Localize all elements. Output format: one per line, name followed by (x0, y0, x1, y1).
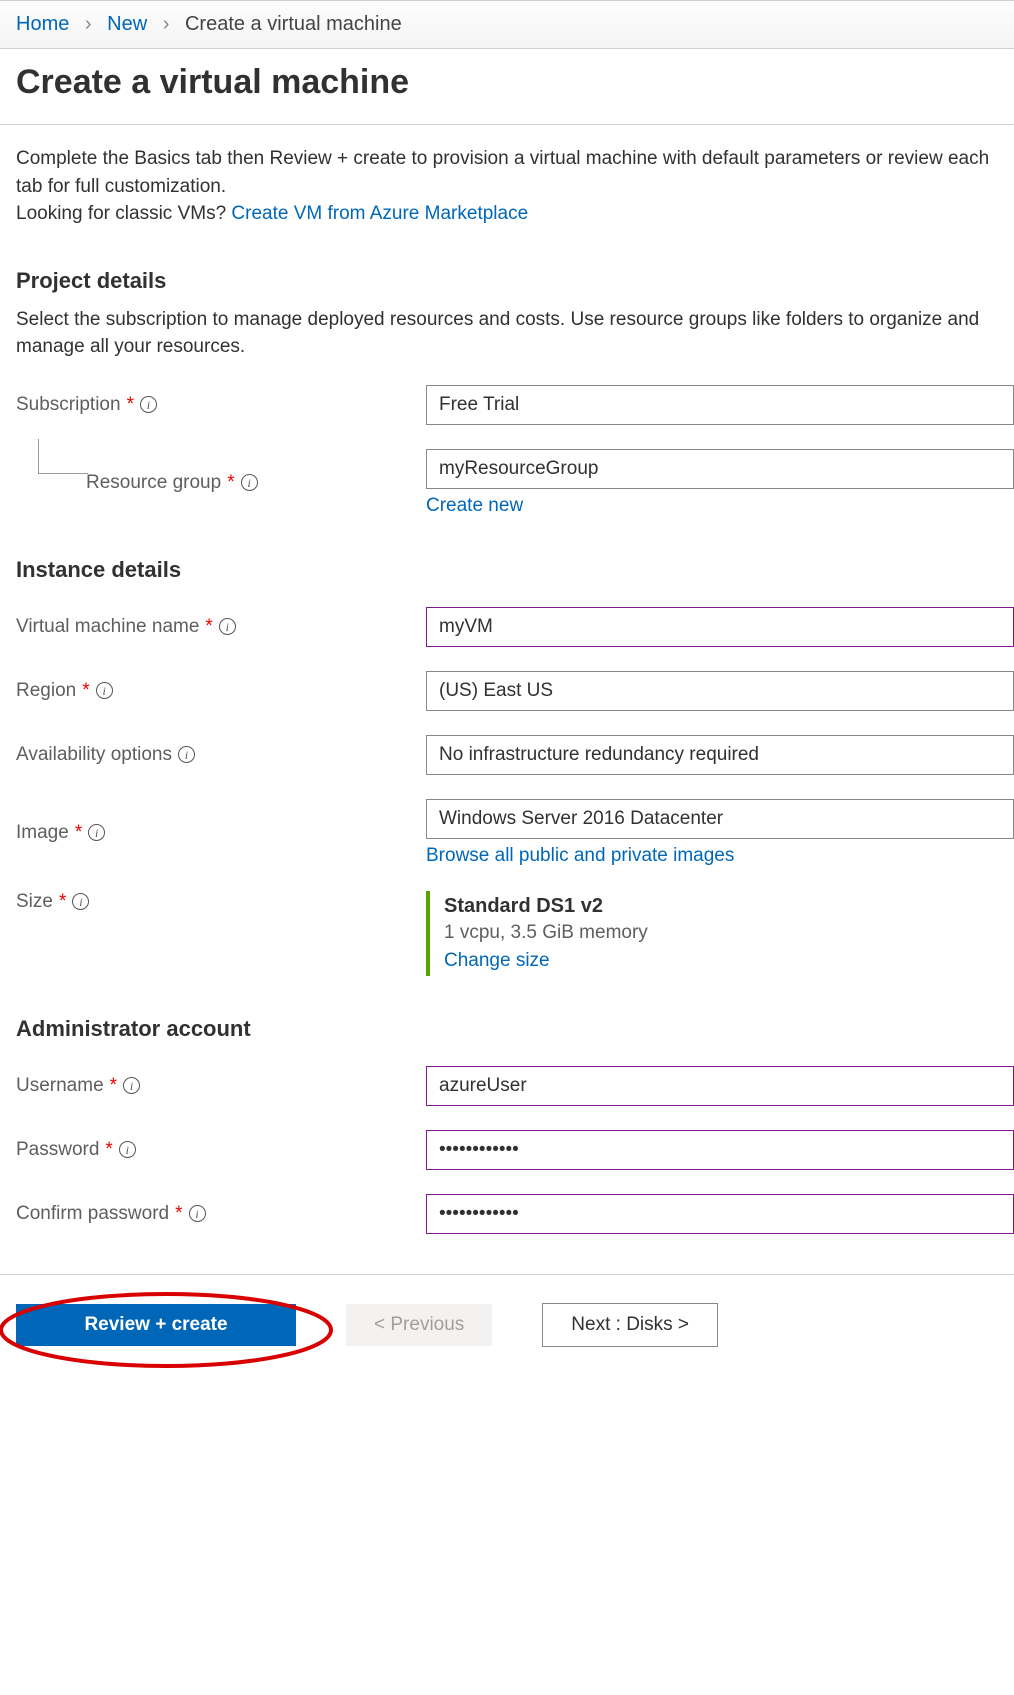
info-icon[interactable]: i (72, 893, 89, 910)
page-title: Create a virtual machine (16, 63, 998, 102)
size-label: Size (16, 891, 53, 913)
required-indicator: * (127, 394, 134, 416)
region-select[interactable]: (US) East US (426, 671, 1014, 711)
required-indicator: * (105, 1139, 112, 1161)
image-select[interactable]: Windows Server 2016 Datacenter (426, 799, 1014, 839)
chevron-right-icon: › (163, 13, 170, 35)
confirm-password-label: Confirm password (16, 1203, 169, 1225)
region-label: Region (16, 680, 76, 702)
required-indicator: * (110, 1075, 117, 1097)
required-indicator: * (82, 680, 89, 702)
required-indicator: * (175, 1203, 182, 1225)
info-icon[interactable]: i (140, 396, 157, 413)
required-indicator: * (59, 891, 66, 913)
info-icon[interactable]: i (241, 474, 258, 491)
image-label: Image (16, 822, 69, 844)
change-size-link[interactable]: Change size (444, 950, 550, 971)
info-icon[interactable]: i (123, 1077, 140, 1094)
row-confirm-password: Confirm password * i (16, 1194, 1014, 1234)
intro-line2-prefix: Looking for classic VMs? (16, 203, 231, 224)
availability-select[interactable]: No infrastructure redundancy required (426, 735, 1014, 775)
required-indicator: * (75, 822, 82, 844)
row-region: Region * i (US) East US (16, 671, 1014, 711)
project-details-subtext: Select the subscription to manage deploy… (16, 306, 1014, 361)
resource-group-label: Resource group (86, 472, 221, 494)
chevron-right-icon: › (85, 13, 92, 35)
instance-details-heading: Instance details (16, 557, 1014, 583)
size-description: 1 vcpu, 3.5 GiB memory (444, 922, 1014, 944)
browse-images-link[interactable]: Browse all public and private images (426, 845, 734, 866)
required-indicator: * (227, 472, 234, 494)
subscription-select[interactable]: Free Trial (426, 385, 1014, 425)
info-icon[interactable]: i (189, 1205, 206, 1222)
tree-connector-icon (38, 439, 88, 474)
vm-name-label: Virtual machine name (16, 616, 199, 638)
required-indicator: * (205, 616, 212, 638)
row-availability: Availability options i No infrastructure… (16, 735, 1014, 775)
breadcrumb-new[interactable]: New (107, 13, 147, 35)
next-disks-button[interactable]: Next : Disks > (542, 1303, 718, 1347)
row-subscription: Subscription * i Free Trial (16, 385, 1014, 425)
row-vm-name: Virtual machine name * i (16, 607, 1014, 647)
resource-group-select[interactable]: myResourceGroup (426, 449, 1014, 489)
password-label: Password (16, 1139, 99, 1161)
intro-text: Complete the Basics tab then Review + cr… (16, 145, 1014, 228)
create-new-resource-group-link[interactable]: Create new (426, 495, 523, 516)
password-input[interactable] (426, 1130, 1014, 1170)
row-resource-group: Resource group * i myResourceGroup Creat… (16, 449, 1014, 517)
project-details-heading: Project details (16, 268, 1014, 294)
page-title-block: Create a virtual machine (0, 49, 1014, 125)
wizard-footer: Review + create < Previous Next : Disks … (0, 1274, 1014, 1387)
username-input[interactable] (426, 1066, 1014, 1106)
intro-line1: Complete the Basics tab then Review + cr… (16, 148, 989, 197)
availability-label: Availability options (16, 744, 172, 766)
info-icon[interactable]: i (88, 824, 105, 841)
breadcrumb-home[interactable]: Home (16, 13, 69, 35)
breadcrumb-current: Create a virtual machine (185, 13, 402, 35)
row-size: Size * i Standard DS1 v2 1 vcpu, 3.5 GiB… (16, 891, 1014, 976)
subscription-label: Subscription (16, 394, 121, 416)
confirm-password-input[interactable] (426, 1194, 1014, 1234)
row-image: Image * i Windows Server 2016 Datacenter… (16, 799, 1014, 867)
create-vm-marketplace-link[interactable]: Create VM from Azure Marketplace (231, 203, 528, 224)
info-icon[interactable]: i (119, 1141, 136, 1158)
row-password: Password * i (16, 1130, 1014, 1170)
row-username: Username * i (16, 1066, 1014, 1106)
info-icon[interactable]: i (96, 682, 113, 699)
size-name: Standard DS1 v2 (444, 895, 1014, 918)
username-label: Username (16, 1075, 104, 1097)
info-icon[interactable]: i (219, 618, 236, 635)
breadcrumb: Home › New › Create a virtual machine (0, 0, 1014, 49)
vm-name-input[interactable] (426, 607, 1014, 647)
review-create-button[interactable]: Review + create (16, 1304, 296, 1346)
size-summary: Standard DS1 v2 1 vcpu, 3.5 GiB memory C… (426, 891, 1014, 976)
admin-account-heading: Administrator account (16, 1016, 1014, 1042)
info-icon[interactable]: i (178, 746, 195, 763)
previous-button[interactable]: < Previous (346, 1304, 492, 1346)
